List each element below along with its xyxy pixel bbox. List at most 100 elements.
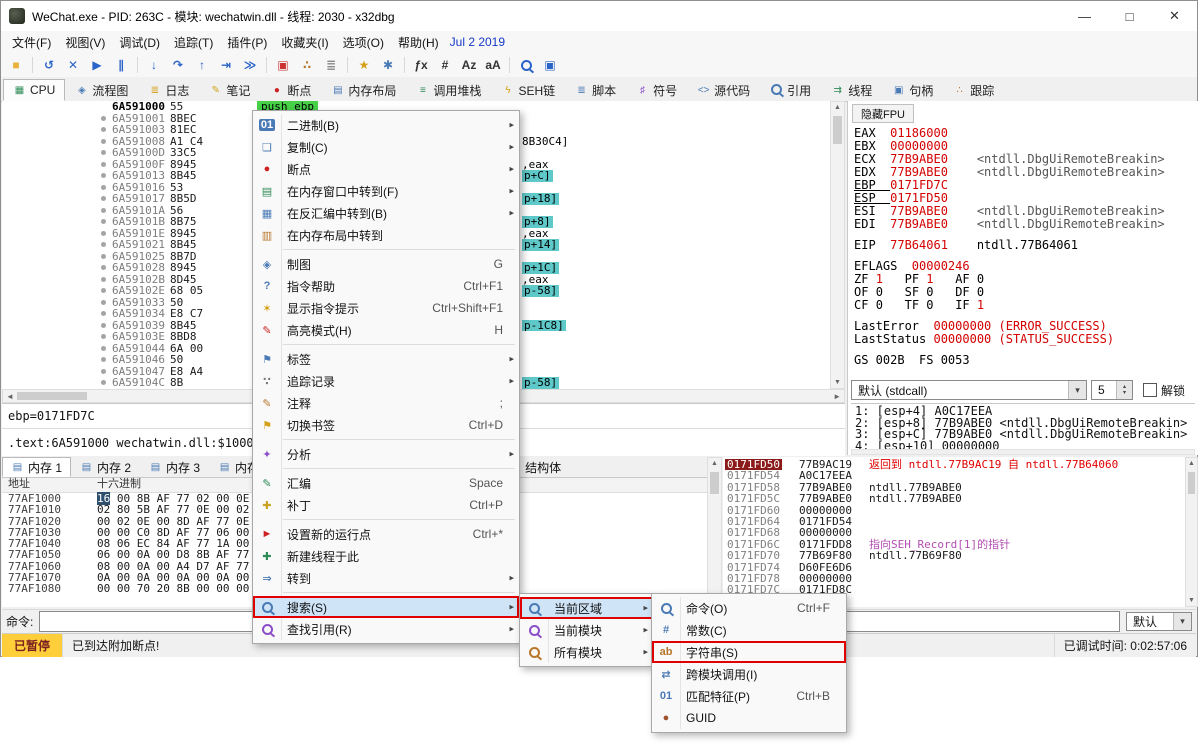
- breakpoint-dot-icon[interactable]: [101, 173, 106, 178]
- tab-trace[interactable]: ∴跟踪: [943, 79, 1004, 101]
- tab-call-stack[interactable]: ≡调用堆栈: [406, 79, 491, 101]
- menu-item-show-instruction-tips[interactable]: ✶显示指令提示Ctrl+Shift+F1: [253, 297, 519, 319]
- breakpoint-dot-icon[interactable]: [101, 150, 106, 155]
- menubar-item[interactable]: 调试(D): [112, 32, 167, 53]
- menu-item-search-constant[interactable]: #常数(C): [652, 619, 846, 641]
- scroll-up-icon[interactable]: ▲: [708, 460, 721, 467]
- menu-item-search-guid[interactable]: ●GUID: [652, 707, 846, 729]
- tab-log[interactable]: ≣日志: [138, 79, 199, 101]
- close-button[interactable]: ✕: [1152, 1, 1197, 31]
- breakpoint-dot-icon[interactable]: [101, 139, 106, 144]
- scroll-right-icon[interactable]: ►: [833, 392, 841, 401]
- register-line[interactable]: ESI 77B9ABE0 <ntdll.DbgUiRemoteBreakin>: [854, 204, 1196, 217]
- menu-item-follow-in-memory-map[interactable]: ▥在内存布局中转到: [253, 224, 519, 246]
- menubar-item[interactable]: 插件(P): [220, 32, 274, 53]
- tab-notes[interactable]: ✎笔记: [199, 79, 260, 101]
- stack-row[interactable]: 0171FD7800000000: [723, 573, 1185, 584]
- register-line[interactable]: LastError 00000000 (ERROR_SUCCESS): [854, 319, 1196, 332]
- favourites-icon[interactable]: ★: [353, 55, 375, 75]
- menu-item-set-new-origin[interactable]: ►设置新的运行点Ctrl+*: [253, 523, 519, 545]
- menu-item-search-current-region[interactable]: 当前区域▸: [520, 597, 653, 619]
- breakpoint-dot-icon[interactable]: [101, 265, 106, 270]
- menu-item-highlighting-mode[interactable]: ✎高亮模式(H)H: [253, 319, 519, 341]
- animate-icon[interactable]: ≫: [239, 55, 261, 75]
- case-icon[interactable]: aA: [482, 55, 504, 75]
- argument-count-spinner[interactable]: 5 ▴▾: [1091, 380, 1133, 400]
- menu-item-search-all-modules[interactable]: 所有模块▸: [520, 641, 653, 663]
- stack-row[interactable]: 0171FD6000000000: [723, 505, 1185, 516]
- stack-row[interactable]: 0171FD5C77B9ABE0ntdll.77B9ABE0: [723, 493, 1185, 504]
- step-into-icon[interactable]: ↓: [143, 55, 165, 75]
- stop-icon[interactable]: ✕: [62, 55, 84, 75]
- tab-breakpoints[interactable]: ●断点: [260, 79, 321, 101]
- fx-icon[interactable]: ƒx: [410, 55, 432, 75]
- trace-coverage-icon[interactable]: ∴: [296, 55, 318, 75]
- register-line[interactable]: [854, 311, 1196, 319]
- menubar-item[interactable]: 帮助(H): [391, 32, 446, 53]
- tab-source[interactable]: <>源代码: [687, 79, 760, 101]
- breakpoint-dot-icon[interactable]: [101, 380, 106, 385]
- tab-cpu[interactable]: ▦CPU: [3, 79, 65, 101]
- register-line[interactable]: ESP 0171FD50: [854, 191, 1196, 204]
- tab-script[interactable]: ≣脚本: [565, 79, 626, 101]
- menu-item-copy[interactable]: ❏复制(C)▸: [253, 136, 519, 158]
- dump-tab-memory-3[interactable]: ▤内存 3: [140, 457, 209, 477]
- disassembly-vertical-scrollbar[interactable]: ▲ ▼: [830, 101, 845, 389]
- register-line[interactable]: EDX 77B9ABE0 <ntdll.DbgUiRemoteBreakin>: [854, 165, 1196, 178]
- az-icon[interactable]: Az: [458, 55, 480, 75]
- menu-item-assemble[interactable]: ✎汇编Space: [253, 472, 519, 494]
- register-line[interactable]: GS 002B FS 0053: [854, 353, 1196, 366]
- register-line[interactable]: [854, 230, 1196, 238]
- arguments-horizontal-scrollbar[interactable]: [851, 449, 1195, 455]
- stack-vertical-scrollbar[interactable]: ▲ ▼: [1185, 457, 1198, 607]
- menu-item-search[interactable]: 搜索(S)▸: [253, 596, 519, 618]
- breakpoint-dot-icon[interactable]: [101, 311, 106, 316]
- unlock-checkbox[interactable]: [1143, 383, 1157, 397]
- dump-vertical-scrollbar[interactable]: ▲ ▼: [707, 457, 722, 607]
- command-profile-select[interactable]: 默认 ▾: [1126, 612, 1192, 631]
- breakpoint-dot-icon[interactable]: [101, 346, 106, 351]
- settings-icon[interactable]: ✱: [377, 55, 399, 75]
- scroll-down-icon[interactable]: ▼: [831, 379, 844, 386]
- menu-item-patch[interactable]: ✚补丁Ctrl+P: [253, 494, 519, 516]
- menubar-item[interactable]: 文件(F): [5, 32, 58, 53]
- menu-item-search-current-module[interactable]: 当前模块▸: [520, 619, 653, 641]
- register-line[interactable]: OF 0 SF 0 DF 0: [854, 285, 1196, 298]
- menu-item-search-command[interactable]: 命令(O)Ctrl+F: [652, 597, 846, 619]
- breakpoints-icon[interactable]: ▣: [272, 55, 294, 75]
- register-line[interactable]: EAX 01186000: [854, 126, 1196, 139]
- scrollbar-thumb[interactable]: [1188, 472, 1195, 494]
- menubar-item[interactable]: 视图(V): [58, 32, 112, 53]
- breakpoint-dot-icon[interactable]: [101, 369, 106, 374]
- menu-item-breakpoint[interactable]: ●断点▸: [253, 158, 519, 180]
- stack-pane[interactable]: 0171FD5077B9AC19返回到 ntdll.77B9AC19 自 ntd…: [723, 457, 1185, 607]
- menu-item-comment[interactable]: ✎注释;: [253, 392, 519, 414]
- menu-item-analysis[interactable]: ✦分析▸: [253, 443, 519, 465]
- pause-icon[interactable]: ∥: [110, 55, 132, 75]
- menu-item-instruction-help[interactable]: ?指令帮助Ctrl+F1: [253, 275, 519, 297]
- register-line[interactable]: ECX 77B9ABE0 <ntdll.DbgUiRemoteBreakin>: [854, 152, 1196, 165]
- tab-seh[interactable]: ϟSEH链: [491, 79, 565, 101]
- breakpoint-dot-icon[interactable]: [101, 127, 106, 132]
- scroll-left-icon[interactable]: ◄: [6, 392, 14, 401]
- register-line[interactable]: [854, 345, 1196, 353]
- menu-item-label[interactable]: ⚑标签▸: [253, 348, 519, 370]
- menu-item-find-references[interactable]: 查找引用(R)▸: [253, 618, 519, 640]
- register-line[interactable]: [854, 251, 1196, 259]
- breakpoint-dot-icon[interactable]: [101, 208, 106, 213]
- maximize-button[interactable]: □: [1107, 1, 1152, 31]
- tab-references[interactable]: 引用: [760, 79, 821, 101]
- tab-memory-map[interactable]: ▤内存布局: [321, 79, 406, 101]
- stack-row[interactable]: 0171FD5077B9AC19返回到 ntdll.77B9AC19 自 ntd…: [723, 459, 1185, 470]
- register-line[interactable]: EBP 0171FD7C: [854, 178, 1196, 191]
- breakpoint-dot-icon[interactable]: [101, 323, 106, 328]
- menubar-item[interactable]: 选项(O): [336, 32, 391, 53]
- scroll-up-icon[interactable]: ▲: [831, 104, 844, 111]
- breakpoint-dot-icon[interactable]: [101, 185, 106, 190]
- menu-item-search-pattern[interactable]: 01匹配特征(P)Ctrl+B: [652, 685, 846, 707]
- tab-symbols[interactable]: ♯符号: [626, 79, 687, 101]
- register-line[interactable]: EIP 77B64061 ntdll.77B64061: [854, 238, 1196, 251]
- stack-row[interactable]: 0171FD74D60FE6D6: [723, 562, 1185, 573]
- menu-item-new-thread-here[interactable]: ✚新建线程于此: [253, 545, 519, 567]
- menu-item-graph[interactable]: ◈制图G: [253, 253, 519, 275]
